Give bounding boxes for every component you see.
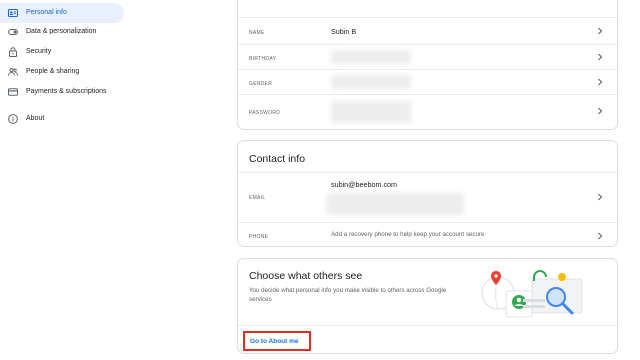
lock-icon	[9, 47, 17, 57]
chevron-right-icon	[598, 78, 603, 86]
email-value: subin@beebom.com	[331, 180, 398, 189]
row-label: BIRTHDAY	[249, 56, 277, 62]
sidebar-item-label: People & sharing	[26, 68, 80, 75]
chevron-right-icon	[598, 232, 603, 240]
others-see-card: Choose what others see You decide what p…	[237, 258, 618, 354]
redacted-value	[331, 101, 411, 123]
chevron-right-icon	[598, 193, 603, 201]
row-label: PASSWORD	[249, 110, 281, 116]
email-label: EMAIL	[249, 195, 266, 201]
sidebar-item-personal-info[interactable]: Personal info	[0, 3, 124, 23]
phone-row[interactable]: PHONE Add a recovery phone to help keep …	[238, 222, 617, 246]
sidebar-item-label: Personal info	[26, 9, 67, 16]
others-see-title: Choose what others see	[249, 270, 363, 282]
sidebar-nav: Personal info Data & personalization Sec…	[0, 0, 130, 360]
chevron-right-icon	[598, 53, 603, 61]
about-me-row: Go to About me	[238, 325, 617, 353]
sidebar-item-about[interactable]: About	[0, 109, 124, 129]
people-icon	[8, 68, 18, 76]
redacted-value	[326, 193, 464, 215]
chevron-right-icon	[598, 107, 603, 115]
row-label: NAME	[249, 30, 265, 36]
redacted-value	[331, 50, 411, 64]
go-to-about-me-link[interactable]: Go to About me	[243, 331, 311, 351]
toggle-icon	[8, 29, 18, 35]
chevron-right-icon	[598, 27, 603, 35]
redacted-value	[331, 75, 411, 89]
sidebar-item-label: About	[26, 115, 45, 122]
privacy-illustration	[481, 270, 583, 318]
info-icon	[8, 114, 18, 124]
contact-info-title: Contact info	[249, 153, 306, 165]
others-see-description: You decide what personal info you make v…	[249, 287, 447, 303]
sidebar-item-label: Data & personalization	[26, 28, 97, 35]
phone-label: PHONE	[249, 234, 269, 240]
contact-info-card: Contact info EMAIL subin@beebom.com PHON…	[237, 140, 618, 247]
email-row[interactable]: EMAIL subin@beebom.com	[238, 172, 617, 222]
name-row[interactable]: NAME Subin B	[238, 17, 617, 44]
sidebar-item-label: Security	[26, 48, 52, 55]
birthday-row[interactable]: BIRTHDAY	[238, 44, 617, 69]
phone-value: Add a recovery phone to help keep your a…	[331, 231, 485, 238]
name-value: Subin B	[331, 27, 357, 36]
sidebar-item-security[interactable]: Security	[0, 42, 124, 62]
sidebar-item-payments[interactable]: Payments & subscriptions	[0, 82, 124, 102]
sidebar-item-label: Payments & subscriptions	[26, 88, 107, 95]
password-row[interactable]: PASSWORD	[238, 94, 617, 129]
row-label: GENDER	[249, 81, 273, 87]
id-card-icon	[8, 9, 18, 17]
sidebar-item-people-sharing[interactable]: People & sharing	[0, 62, 124, 82]
basic-info-card: NAME Subin B BIRTHDAY GENDER PASSWORD	[237, 0, 618, 130]
sidebar-item-data-personalization[interactable]: Data & personalization	[0, 22, 124, 42]
gender-row[interactable]: GENDER	[238, 69, 617, 94]
credit-card-icon	[8, 88, 18, 96]
